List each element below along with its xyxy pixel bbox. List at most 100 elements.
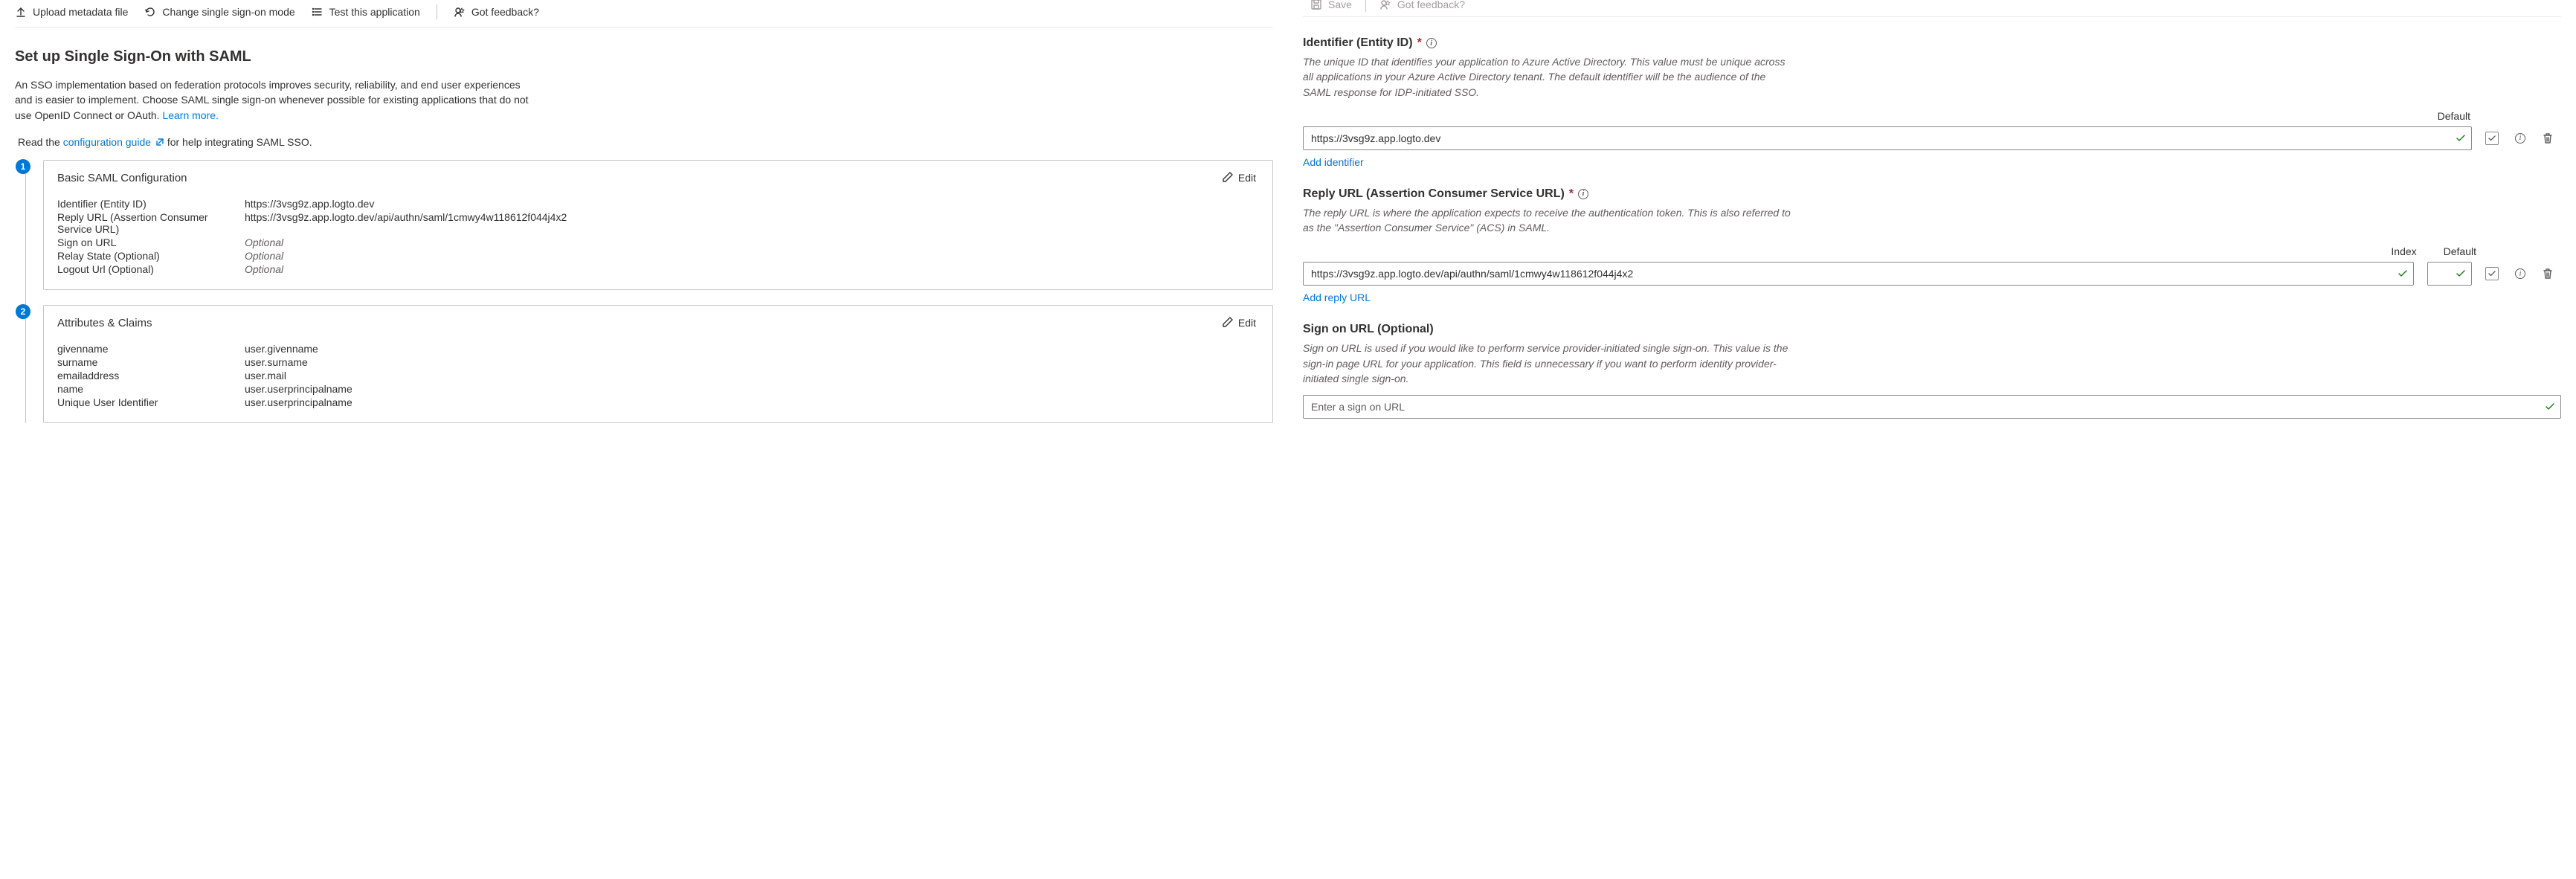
- signon-url-input[interactable]: [1303, 395, 2561, 419]
- signon-row: [1303, 395, 2561, 419]
- info-icon[interactable]: i: [2515, 268, 2525, 279]
- right-toolbar: Save Got feedback?: [1303, 0, 2561, 17]
- kv-value: user.surname: [245, 356, 1259, 368]
- feedback-label: Got feedback?: [1397, 0, 1465, 10]
- check-icon: [2398, 268, 2408, 279]
- info-icon[interactable]: i: [1578, 189, 1588, 199]
- step-number-1: 1: [16, 159, 30, 174]
- description-text: An SSO implementation based on federatio…: [15, 77, 535, 123]
- learn-more-link[interactable]: Learn more.: [162, 109, 218, 121]
- read-prefix: Read the: [18, 136, 63, 148]
- left-toolbar: Upload metadata file Change single sign-…: [15, 0, 1273, 28]
- kv-key: Relay State (Optional): [57, 250, 240, 262]
- card1-edit-button[interactable]: Edit: [1222, 171, 1256, 185]
- card1-body: Identifier (Entity ID) https://3vsg9z.app…: [44, 194, 1272, 289]
- kv-key: Logout Url (Optional): [57, 263, 240, 275]
- config-guide-label: configuration guide: [63, 136, 151, 148]
- save-icon: [1310, 0, 1322, 10]
- kv-value: https://3vsg9z.app.logto.dev: [245, 198, 1259, 210]
- check-icon: [2545, 402, 2555, 412]
- kv-value: Optional: [245, 263, 1259, 275]
- kv-value: Optional: [245, 250, 1259, 262]
- identifier-input-wrap: [1303, 126, 2472, 150]
- feedback-label: Got feedback?: [471, 6, 539, 18]
- save-button[interactable]: Save: [1310, 0, 1352, 10]
- reply-title-text: Reply URL (Assertion Consumer Service UR…: [1303, 187, 1565, 201]
- upload-metadata-button[interactable]: Upload metadata file: [15, 6, 128, 18]
- save-label: Save: [1328, 0, 1352, 10]
- col-default: Default: [2438, 110, 2470, 122]
- table-row: surname user.surname: [57, 355, 1259, 369]
- kv-key: Reply URL (Assertion Consumer Service UR…: [57, 211, 240, 235]
- check-icon: [2456, 133, 2466, 144]
- required-star: *: [1417, 36, 1422, 50]
- table-row: emailaddress user.mail: [57, 369, 1259, 382]
- kv-key: Identifier (Entity ID): [57, 198, 240, 210]
- kv-key: Sign on URL: [57, 236, 240, 248]
- signon-title-text: Sign on URL (Optional): [1303, 323, 1434, 336]
- basic-saml-card: 1 Basic SAML Configuration Edit Identifi…: [43, 160, 1273, 290]
- kv-key: emailaddress: [57, 370, 240, 381]
- identifier-row: i: [1303, 126, 2561, 150]
- default-checkbox[interactable]: [2485, 132, 2499, 145]
- undo-icon: [144, 6, 156, 18]
- kv-value: user.userprincipalname: [245, 396, 1259, 408]
- test-app-label: Test this application: [329, 6, 420, 18]
- identifier-section: Identifier (Entity ID) * i The unique ID…: [1303, 36, 2561, 168]
- reply-controls: i: [2485, 267, 2561, 280]
- card2-edit-button[interactable]: Edit: [1222, 316, 1256, 330]
- feedback-button[interactable]: Got feedback?: [1379, 0, 1465, 10]
- list-icon: [312, 6, 323, 18]
- table-row: givennameuser.givenname: [57, 342, 1259, 355]
- table-row: nameuser.userprincipalname: [57, 382, 1259, 396]
- delete-button[interactable]: [2542, 132, 2554, 144]
- kv-key: Unique User Identifier: [57, 396, 240, 408]
- change-mode-label: Change single sign-on mode: [162, 6, 294, 18]
- table-row: Identifier (Entity ID) https://3vsg9z.app…: [57, 197, 1259, 210]
- read-suffix: for help integrating SAML SSO.: [167, 136, 312, 148]
- info-icon[interactable]: i: [2515, 133, 2525, 144]
- reply-row: i: [1303, 262, 2561, 286]
- config-guide-link[interactable]: configuration guide: [63, 136, 167, 148]
- default-checkbox[interactable]: [2485, 267, 2499, 280]
- kv-key: givenname: [57, 343, 240, 355]
- kv-key: surname: [57, 356, 240, 368]
- reply-url-section: Reply URL (Assertion Consumer Service UR…: [1303, 187, 2561, 304]
- identifier-columns: Default: [1303, 100, 2561, 126]
- feedback-icon: [1379, 0, 1391, 10]
- pencil-icon: [1222, 171, 1234, 185]
- steps-container: 1 Basic SAML Configuration Edit Identifi…: [15, 160, 1273, 423]
- kv-value: user.mail: [245, 370, 1259, 381]
- reply-help: The reply URL is where the application e…: [1303, 205, 1794, 236]
- check-icon: [2456, 268, 2466, 279]
- reply-url-input[interactable]: [1303, 262, 2414, 286]
- table-row: Reply URL (Assertion Consumer Service UR…: [57, 210, 1259, 236]
- card1-edit-label: Edit: [1238, 172, 1256, 184]
- right-panel: Save Got feedback? Identifier (Entity ID…: [1288, 0, 2576, 879]
- table-row: Relay State (Optional) Optional: [57, 249, 1259, 263]
- add-identifier-link[interactable]: Add identifier: [1303, 156, 1364, 168]
- reply-input-wrap: [1303, 262, 2414, 286]
- pencil-icon: [1222, 316, 1234, 330]
- kv-value: Optional: [245, 236, 1259, 248]
- test-app-button[interactable]: Test this application: [312, 6, 420, 18]
- kv-value: https://3vsg9z.app.logto.dev/api/authn/s…: [245, 211, 1259, 235]
- identifier-input[interactable]: [1303, 126, 2472, 150]
- kv-value: user.userprincipalname: [245, 383, 1259, 395]
- config-guide-line: Read the configuration guide for help in…: [18, 136, 1273, 148]
- delete-button[interactable]: [2542, 268, 2554, 280]
- card1-title: Basic SAML Configuration: [57, 172, 187, 184]
- step-number-2: 2: [16, 304, 30, 319]
- table-row: Unique User Identifier user.userprincipal…: [57, 396, 1259, 409]
- add-reply-url-link[interactable]: Add reply URL: [1303, 292, 1371, 303]
- identifier-controls: i: [2485, 132, 2561, 145]
- table-row: Logout Url (Optional) Optional: [57, 263, 1259, 276]
- card1-header: Basic SAML Configuration Edit: [44, 161, 1272, 194]
- change-mode-button[interactable]: Change single sign-on mode: [144, 6, 294, 18]
- reply-columns: Index Default: [1303, 235, 2561, 262]
- upload-icon: [15, 6, 27, 18]
- toolbar-divider: [1365, 0, 1366, 12]
- left-panel: Upload metadata file Change single sign-…: [0, 0, 1288, 879]
- info-icon[interactable]: i: [1426, 38, 1437, 48]
- feedback-button[interactable]: Got feedback?: [454, 6, 539, 18]
